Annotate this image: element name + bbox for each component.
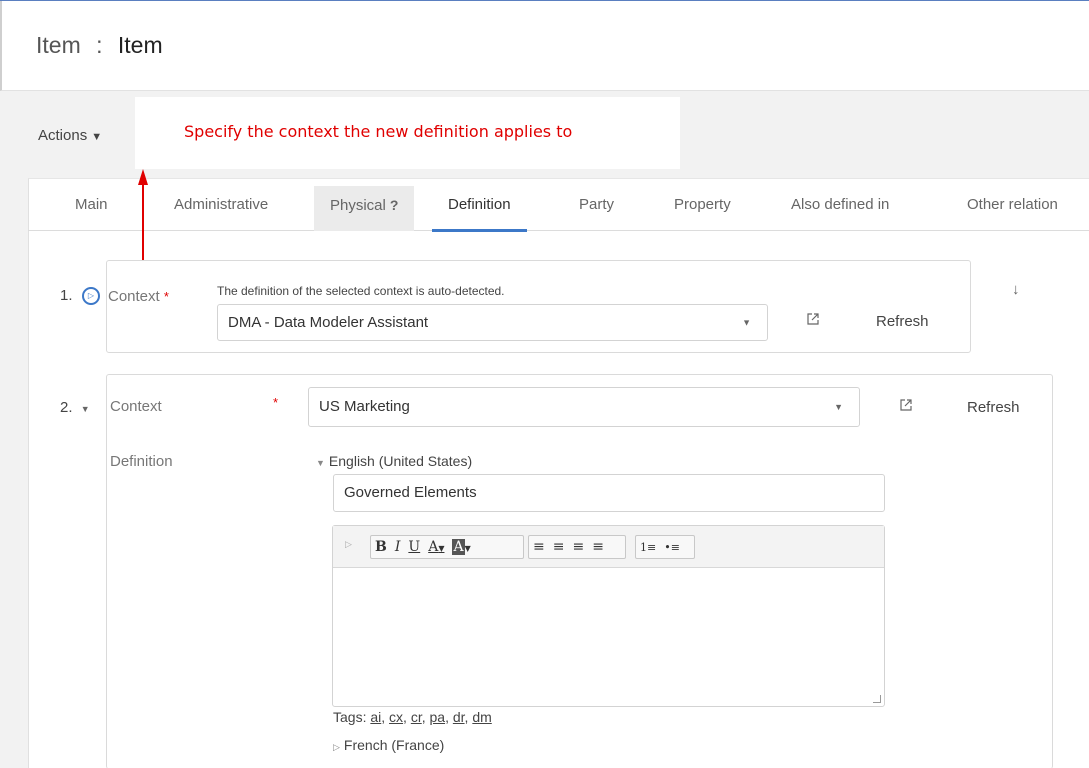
required-mark: * [273,395,279,410]
align-left-icon[interactable]: ≡ [529,539,549,555]
definition-number: 2. ▼ [60,399,90,416]
tab-also-defined-in[interactable]: Also defined in [775,190,905,232]
ordered-list-icon[interactable]: 1≡ [636,541,660,554]
annotation-callout: Specify the context the new definition a… [135,97,680,169]
tab-label: Other relation [967,196,1058,213]
context-select-value: DMA - Data Modeler Assistant [228,314,429,331]
tag-link[interactable]: pa [430,709,446,725]
collapse-triangle-icon: ▼ [316,458,325,468]
font-color-button[interactable]: A▼ [424,539,448,555]
item-name: Item [117,32,163,58]
context-label: Context [110,398,162,415]
tags-row: Tags: ai, cx, cr, pa, dr, dm [333,709,492,725]
tab-label: Also defined in [791,196,890,213]
definition-number-text: 2. [60,399,73,416]
external-link-icon[interactable] [806,312,820,329]
required-mark: * [163,289,169,304]
refresh-button[interactable]: Refresh [967,399,1020,416]
tab-definition[interactable]: Definition [432,190,527,232]
tags-label: Tags: [333,709,367,725]
actions-menu-button[interactable]: Actions ▼ [38,127,102,144]
tab-label: Administrative [174,196,269,213]
tab-label: Physical [330,197,386,214]
chevron-down-icon: ▼ [834,402,843,412]
tab-other-relation[interactable]: Other relation [951,190,1074,232]
justify-icon[interactable]: ≡ [588,539,608,555]
language-label: English (United States) [328,453,473,469]
context-label-text: Context [108,288,160,305]
chevron-down-icon: ▼ [91,131,103,143]
tag-link[interactable]: dm [472,709,491,725]
title-separator: : [96,32,103,58]
editor-toolbar: ▷ B I U A▼ A▼ ≡ ≡ ≡ ≡ 1≡ •≡ [333,526,884,568]
collapse-triangle-icon[interactable]: ▼ [81,404,90,414]
underline-button[interactable]: U [404,539,424,555]
term-input[interactable]: Governed Elements [333,474,885,512]
external-link-icon[interactable] [899,398,913,415]
definition-number: 1. [60,287,73,304]
bullet-list-icon[interactable]: •≡ [660,541,684,554]
tag-link[interactable]: dr [453,709,465,725]
actions-label: Actions [38,127,88,144]
help-icon: ? [389,197,399,213]
tab-label: Definition [448,196,511,213]
move-down-icon[interactable]: ↓ [1012,281,1020,298]
tab-administrative[interactable]: Administrative [158,190,284,232]
tab-bar: Main Administrative Physical? Definition… [28,178,1089,232]
tab-label: Main [75,196,108,213]
page-header: Item : Item [0,1,1089,91]
language-french-toggle[interactable]: ▷ French (France) [333,737,444,753]
tag-link[interactable]: cr [411,709,422,725]
toolbar-collapse-icon[interactable]: ▷ [345,539,352,550]
language-label: French (France) [343,737,445,753]
auto-detect-hint: The definition of the selected context i… [217,284,505,298]
callout-text: Specify the context the new definition a… [184,122,573,141]
context-select[interactable]: US Marketing ▼ [308,387,860,427]
align-center-icon[interactable]: ≡ [549,539,569,555]
definition-label: Definition [110,453,173,470]
tab-main[interactable]: Main [59,190,124,232]
refresh-button[interactable]: Refresh [876,313,929,330]
tab-label: Property [674,196,731,213]
align-right-icon[interactable]: ≡ [568,539,588,555]
rich-text-editor[interactable]: ▷ B I U A▼ A▼ ≡ ≡ ≡ ≡ 1≡ •≡ [332,525,885,707]
tab-party[interactable]: Party [563,190,630,232]
tab-label: Party [579,196,615,213]
alignment-group: ≡ ≡ ≡ ≡ [528,535,626,559]
tag-link[interactable]: ai [370,709,381,725]
list-group: 1≡ •≡ [635,535,695,559]
expand-triangle-icon: ▷ [333,742,340,752]
bg-color-glyph: A [452,539,465,555]
context-select[interactable]: DMA - Data Modeler Assistant ▼ [217,304,768,341]
object-type: Item [36,32,81,58]
italic-button[interactable]: I [391,539,405,555]
language-english-toggle[interactable]: ▼ English (United States) [316,453,472,469]
bold-button[interactable]: B [371,539,391,555]
context-select-value: US Marketing [319,398,410,415]
tab-physical[interactable]: Physical? [314,186,415,231]
tag-link[interactable]: cx [389,709,403,725]
context-label: Context * [108,288,169,305]
page-title: Item : Item [36,32,163,59]
resize-handle-icon[interactable] [873,695,881,703]
background-color-button[interactable]: A▼ [448,539,474,555]
chevron-down-icon: ▼ [742,317,751,327]
expand-circle-icon[interactable]: ▷ [82,287,100,305]
font-color-glyph: A [428,539,439,555]
format-group: B I U A▼ A▼ [370,535,524,559]
tab-property[interactable]: Property [658,190,747,232]
